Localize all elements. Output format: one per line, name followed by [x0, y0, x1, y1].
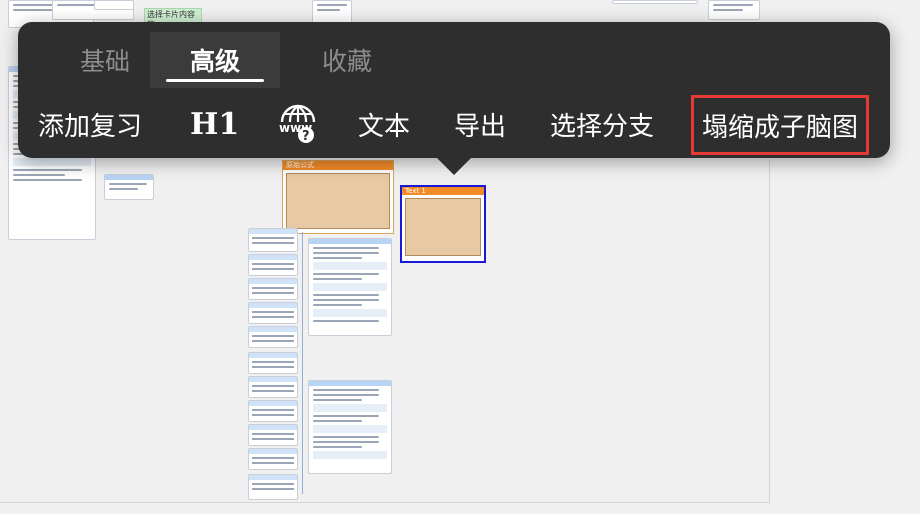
select-branch-label: 选择分支: [550, 111, 655, 142]
heading-button[interactable]: H1: [190, 102, 239, 146]
mindmap-node[interactable]: [248, 448, 298, 470]
tab-label: 基础: [79, 47, 130, 76]
svg-text:?: ?: [302, 129, 310, 144]
canvas-border: [0, 502, 770, 503]
mindmap-node[interactable]: [248, 254, 298, 276]
tab-advanced[interactable]: 高级: [150, 32, 280, 88]
tab-underline: [166, 79, 264, 82]
mindmap-card[interactable]: [308, 238, 392, 336]
globe-icon: www ?: [279, 104, 316, 144]
canvas-border: [769, 160, 770, 503]
select-branch-button[interactable]: 选择分支: [550, 102, 654, 146]
orange-card[interactable]: 原始公式: [282, 160, 394, 234]
add-review-button[interactable]: 添加复习: [38, 102, 142, 146]
tab-favorites[interactable]: 收藏: [282, 32, 412, 88]
text-label: 文本: [358, 111, 411, 142]
heading-label: H1: [190, 106, 240, 142]
mindmap-node[interactable]: [248, 376, 298, 398]
selected-card[interactable]: Text 1: [400, 185, 486, 263]
tab-label: 收藏: [321, 47, 372, 76]
mindmap-card[interactable]: [94, 0, 134, 10]
www-question-icon[interactable]: www ?: [276, 102, 320, 146]
mindmap-node[interactable]: [248, 352, 298, 374]
mindmap-node[interactable]: [248, 400, 298, 422]
mindmap-node[interactable]: [248, 228, 298, 252]
mindmap-card[interactable]: [708, 0, 760, 20]
add-review-label: 添加复习: [38, 111, 143, 142]
toolbar-pointer: [436, 157, 472, 175]
mindmap-card[interactable]: [312, 0, 352, 24]
tab-label: 高级: [189, 47, 240, 76]
mindmap-node[interactable]: [248, 302, 298, 324]
connector-line: [302, 232, 303, 494]
mindmap-node[interactable]: [248, 474, 298, 500]
mindmap-node[interactable]: [248, 424, 298, 446]
mindmap-node[interactable]: [248, 278, 298, 300]
collapse-submap-button[interactable]: 塌缩成子脑图: [690, 95, 870, 155]
text-button[interactable]: 文本: [358, 102, 410, 146]
export-label: 导出: [454, 111, 507, 142]
context-toolbar: 基础 高级 收藏 添加复习 H1 www ? 文本 导出 选择分支 塌缩成子脑图: [18, 22, 890, 158]
mindmap-node[interactable]: [248, 326, 298, 348]
collapse-submap-label: 塌缩成子脑图: [702, 112, 859, 143]
mindmap-card[interactable]: [308, 380, 392, 474]
export-button[interactable]: 导出: [454, 102, 506, 146]
mindmap-card[interactable]: [612, 0, 698, 4]
mindmap-card[interactable]: [104, 174, 154, 200]
